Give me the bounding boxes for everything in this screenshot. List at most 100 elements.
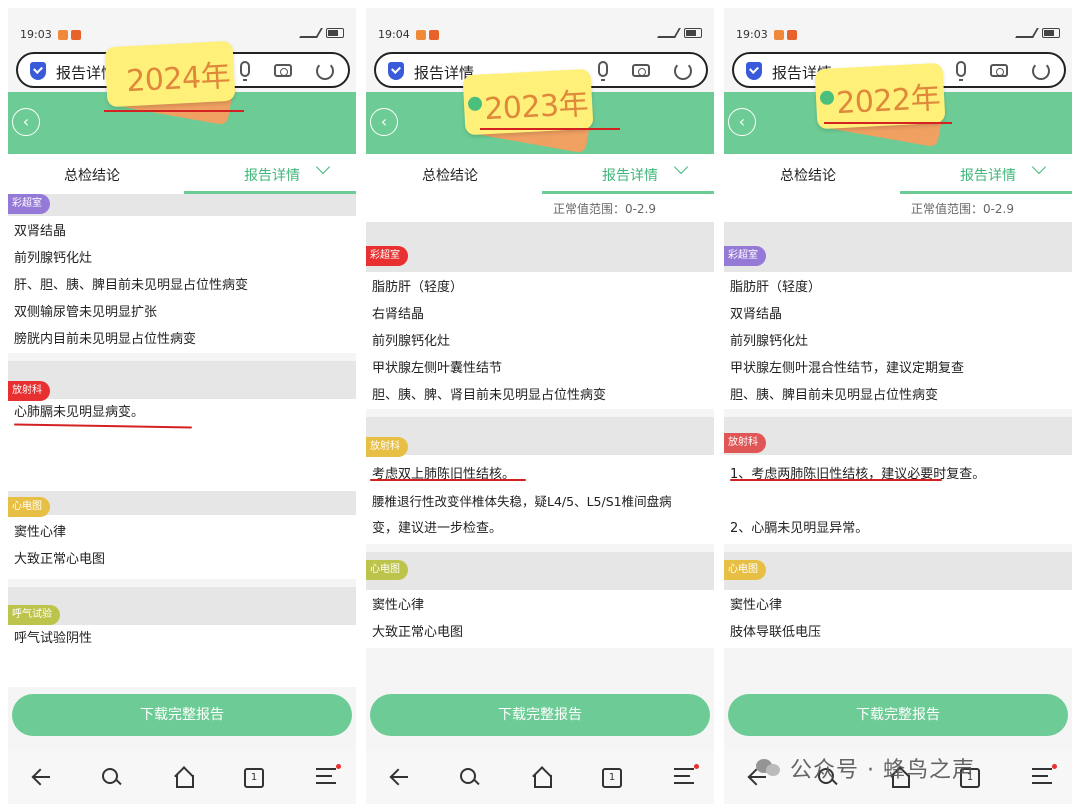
- status-bar: 19:03: [734, 28, 1062, 44]
- list-item: 窦性心律: [372, 598, 425, 613]
- red-underline: [730, 479, 942, 481]
- normal-range-row: 正常值范围：0-2.9: [366, 194, 714, 222]
- list-item: 膀胱内目前未见明显占位性病变: [14, 332, 197, 347]
- section-ultrasound: 彩超室 脂肪肝（轻度） 双肾结晶 前列腺钙化灶 甲状腺左侧叶混合性结节，建议定期…: [724, 222, 1072, 409]
- red-underline: [480, 128, 620, 130]
- status-bar: 19:03: [18, 28, 346, 44]
- list-item: 前列腺钙化灶: [14, 251, 93, 266]
- home-icon[interactable]: [174, 768, 194, 788]
- status-icons: [1015, 28, 1060, 38]
- year-label: 2023年: [483, 86, 589, 128]
- tab-summary[interactable]: 总检结论: [422, 165, 478, 185]
- list-item: 甲状腺左侧叶囊性结节: [372, 361, 503, 376]
- section-header: 呼气试验: [8, 587, 356, 625]
- back-button[interactable]: ‹: [12, 108, 40, 136]
- report-content: 彩超室 双肾结晶 前列腺钙化灶 肝、胆、胰、脾目前未见明显占位性病变 双侧输尿管…: [8, 194, 356, 687]
- normal-range-text: 正常值范围：0-2.9: [910, 202, 1014, 216]
- section-header: 彩超室: [724, 222, 1072, 272]
- status-time: 19:03: [20, 28, 52, 41]
- tabs-icon[interactable]: 1: [602, 768, 622, 788]
- menu-icon[interactable]: [674, 764, 699, 784]
- download-report-button[interactable]: 下载完整报告: [370, 694, 710, 736]
- status-icons: [657, 28, 702, 38]
- shield-icon: [388, 62, 404, 80]
- list-item: 1、考虑两肺陈旧性结核，建议必要时复查。: [730, 467, 986, 482]
- section-label: 彩超室: [366, 246, 408, 266]
- tag-hole: [819, 90, 835, 106]
- section-header: 心电图: [8, 491, 356, 517]
- back-button[interactable]: ‹: [370, 108, 398, 136]
- tab-report-detail[interactable]: 报告详情: [602, 165, 658, 185]
- report-content: 彩超室 脂肪肝（轻度） 双肾结晶 前列腺钙化灶 甲状腺左侧叶混合性结节，建议定期…: [724, 222, 1072, 648]
- status-time: 19:04: [378, 28, 410, 41]
- home-icon[interactable]: [532, 768, 552, 788]
- chevron-down-icon[interactable]: [673, 159, 689, 175]
- list-item: 脂肪肝（轻度）: [730, 280, 822, 295]
- status-icons: [299, 28, 344, 38]
- section-header: 放射科: [366, 417, 714, 457]
- camera-icon[interactable]: [274, 64, 292, 77]
- red-underline: [104, 110, 244, 112]
- list-item: 胆、胰、脾、肾目前未见明显占位性病变: [372, 388, 607, 403]
- shield-icon: [746, 62, 762, 80]
- tab-summary[interactable]: 总检结论: [64, 165, 120, 185]
- back-arrow-icon[interactable]: [32, 768, 50, 786]
- section-header: 心电图: [724, 552, 1072, 590]
- list-item: 大致正常心电图: [14, 552, 106, 567]
- list-item: 考虑双上肺陈旧性结核。: [372, 467, 516, 482]
- list-item: 大致正常心电图: [372, 625, 464, 640]
- section-header: 放射科: [8, 361, 356, 401]
- chevron-down-icon[interactable]: [1031, 159, 1047, 175]
- section-body: 窦性心律 肢体导联低电压: [724, 590, 1072, 648]
- list-item: 前列腺钙化灶: [730, 334, 809, 349]
- list-item: 脂肪肝（轻度）: [372, 280, 464, 295]
- list-item: 2、心膈未见明显异常。: [730, 521, 869, 536]
- section-label: 放射科: [8, 381, 50, 401]
- section-body: 心肺膈未见明显病变。: [8, 399, 356, 491]
- reload-icon[interactable]: [1032, 62, 1050, 80]
- year-tag-2023: 2023年: [456, 68, 626, 162]
- reload-icon[interactable]: [316, 62, 334, 80]
- section-label: 心电图: [366, 560, 408, 580]
- section-header: 心电图: [366, 552, 714, 590]
- reload-icon[interactable]: [674, 62, 692, 80]
- section-body: 脂肪肝（轻度） 右肾结晶 前列腺钙化灶 甲状腺左侧叶囊性结节 胆、胰、脾、肾目前…: [366, 272, 714, 409]
- list-item: 肝、胆、胰、脾目前未见明显占位性病变: [14, 278, 249, 293]
- bottom-nav: 1: [8, 750, 356, 804]
- download-report-button[interactable]: 下载完整报告: [728, 694, 1068, 736]
- tab-report-detail[interactable]: 报告详情: [960, 165, 1016, 185]
- section-body: 窦性心律 大致正常心电图: [8, 515, 356, 579]
- list-item: 心肺膈未见明显病变。: [14, 405, 145, 420]
- year-tag-2024: 2024年: [98, 40, 258, 134]
- list-item: 胆、胰、脾目前未见明显占位性病变: [730, 388, 939, 403]
- list-item: 呼气试验阴性: [14, 631, 93, 646]
- menu-icon[interactable]: [316, 764, 341, 784]
- tabs-icon[interactable]: 1: [244, 768, 264, 788]
- list-item: 窦性心律: [14, 525, 67, 540]
- list-item: [8, 426, 356, 453]
- tab-report-detail[interactable]: 报告详情: [244, 165, 300, 185]
- shield-icon: [30, 62, 46, 80]
- section-ecg: 心电图 窦性心律 大致正常心电图: [366, 552, 714, 648]
- section-body: 窦性心律 大致正常心电图: [366, 590, 714, 648]
- back-button[interactable]: ‹: [728, 108, 756, 136]
- menu-icon[interactable]: [1032, 764, 1057, 784]
- search-icon[interactable]: [460, 768, 478, 786]
- battery-icon: [326, 28, 344, 38]
- section-ultrasound: 彩超室 脂肪肝（轻度） 右肾结晶 前列腺钙化灶 甲状腺左侧叶囊性结节 胆、胰、脾…: [366, 222, 714, 409]
- camera-icon[interactable]: [990, 64, 1008, 77]
- camera-icon[interactable]: [632, 64, 650, 77]
- chevron-down-icon[interactable]: [315, 159, 331, 175]
- download-report-button[interactable]: 下载完整报告: [12, 694, 352, 736]
- battery-icon: [1042, 28, 1060, 38]
- tab-summary[interactable]: 总检结论: [780, 165, 836, 185]
- search-icon[interactable]: [102, 768, 120, 786]
- section-body: 双肾结晶 前列腺钙化灶 肝、胆、胰、脾目前未见明显占位性病变 双侧输尿管未见明显…: [8, 216, 356, 353]
- watermark-text: 公众号 · 蜂鸟之声: [790, 758, 975, 783]
- battery-icon: [684, 28, 702, 38]
- status-bar: 19:04: [376, 28, 704, 44]
- signal-icon: [299, 28, 323, 38]
- back-arrow-icon[interactable]: [390, 768, 408, 786]
- list-item: 双肾结晶: [14, 224, 67, 239]
- tag-hole: [467, 96, 483, 112]
